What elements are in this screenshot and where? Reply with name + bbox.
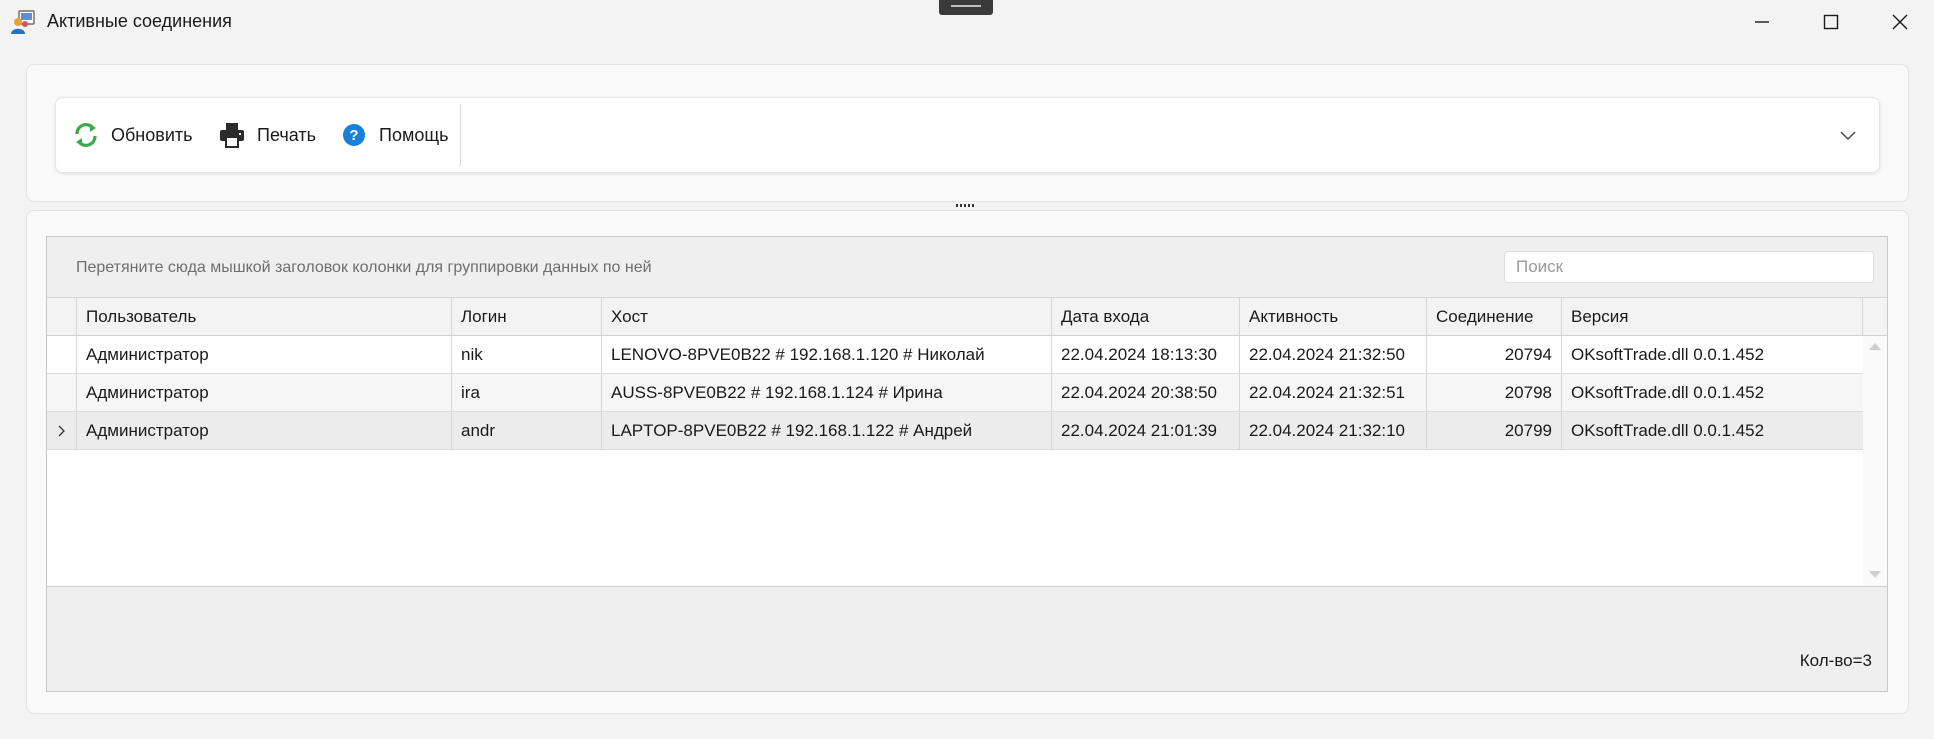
cell-user: Администратор xyxy=(77,336,452,373)
maximize-icon xyxy=(1823,14,1839,30)
help-label: Помощь xyxy=(379,124,449,145)
cell-host: LAPTOP-8PVE0B22 # 192.168.1.122 # Андрей xyxy=(602,412,1052,449)
column-header-connection[interactable]: Соединение xyxy=(1427,298,1562,335)
minimize-button[interactable] xyxy=(1731,0,1793,44)
refresh-icon xyxy=(73,122,99,148)
cell-version: OKsoftTrade.dll 0.0.1.452 xyxy=(1571,420,1765,440)
cell-login: andr xyxy=(452,412,602,449)
cell-connection: 20798 xyxy=(1427,374,1562,411)
cell-host: LENOVO-8PVE0B22 # 192.168.1.120 # Никола… xyxy=(602,336,1052,373)
grid-header: Пользователь Логин Хост Дата входа Актив… xyxy=(47,298,1887,336)
cell-activity: 22.04.2024 21:32:50 xyxy=(1240,336,1427,373)
print-label: Печать xyxy=(257,124,316,145)
window-drag-grip[interactable] xyxy=(939,0,993,15)
row-indicator[interactable] xyxy=(47,374,77,411)
close-button[interactable] xyxy=(1869,0,1931,44)
table-row[interactable]: Администратор nik LENOVO-8PVE0B22 # 192.… xyxy=(47,336,1863,374)
maximize-button[interactable] xyxy=(1800,0,1862,44)
refresh-button[interactable]: Обновить xyxy=(73,98,193,172)
vertical-scrollbar[interactable] xyxy=(1863,336,1887,586)
print-button[interactable]: Печать xyxy=(219,98,316,172)
cell-version: OKsoftTrade.dll 0.0.1.452 xyxy=(1571,344,1765,364)
svg-text:?: ? xyxy=(349,127,358,144)
refresh-label: Обновить xyxy=(111,124,193,145)
toolbar: Обновить Печать ? Помощь xyxy=(55,97,1880,173)
group-hint-text: Перетяните сюда мышкой заголовок колонки… xyxy=(76,259,652,276)
row-indicator[interactable] xyxy=(47,412,77,449)
cell-user: Администратор xyxy=(77,412,452,449)
table-row[interactable]: Администратор ira AUSS-8PVE0B22 # 192.16… xyxy=(47,374,1863,412)
cell-version: OKsoftTrade.dll 0.0.1.452 xyxy=(1571,382,1765,402)
app-users-icon xyxy=(10,10,36,34)
chevron-right-icon xyxy=(58,425,65,436)
column-header-activity[interactable]: Активность xyxy=(1240,298,1427,335)
toolbar-expand-button[interactable] xyxy=(1836,124,1860,148)
cell-user: Администратор xyxy=(77,374,452,411)
help-icon: ? xyxy=(341,122,367,148)
row-indicator[interactable] xyxy=(47,336,77,373)
row-count: Кол-во=3 xyxy=(1799,651,1872,670)
cell-login-date: 22.04.2024 20:38:50 xyxy=(1052,374,1240,411)
cell-activity: 22.04.2024 21:32:10 xyxy=(1240,412,1427,449)
header-scroll-corner xyxy=(1863,298,1887,335)
window-title: Активные соединения xyxy=(47,11,232,31)
chevron-down-icon xyxy=(1840,131,1856,140)
toolbar-separator xyxy=(460,104,461,166)
cell-connection: 20799 xyxy=(1427,412,1562,449)
status-bar: Кол-во=3 xyxy=(47,631,1887,691)
cell-login: nik xyxy=(452,336,602,373)
connections-grid: Перетяните сюда мышкой заголовок колонки… xyxy=(46,236,1888,692)
scroll-up-arrow-icon[interactable] xyxy=(1869,343,1881,350)
cell-login: ira xyxy=(452,374,602,411)
printer-icon xyxy=(219,122,245,148)
panel-splitter[interactable] xyxy=(956,204,978,208)
table-row-focused[interactable]: Администратор andr LAPTOP-8PVE0B22 # 192… xyxy=(47,412,1863,450)
header-indicator xyxy=(47,298,77,335)
search-input[interactable] xyxy=(1504,251,1874,283)
column-header-login[interactable]: Логин xyxy=(452,298,602,335)
column-header-host[interactable]: Хост xyxy=(602,298,1052,335)
cell-host: AUSS-8PVE0B22 # 192.168.1.124 # Ирина xyxy=(602,374,1052,411)
grid-footer xyxy=(47,586,1887,632)
scroll-down-arrow-icon[interactable] xyxy=(1869,571,1881,578)
minimize-icon xyxy=(1755,21,1769,23)
cell-login-date: 22.04.2024 21:01:39 xyxy=(1052,412,1240,449)
column-header-login-date[interactable]: Дата входа xyxy=(1052,298,1240,335)
column-header-version[interactable]: Версия xyxy=(1562,298,1863,335)
cell-login-date: 22.04.2024 18:13:30 xyxy=(1052,336,1240,373)
column-header-user[interactable]: Пользователь xyxy=(77,298,452,335)
cell-connection: 20794 xyxy=(1427,336,1562,373)
group-by-panel[interactable]: Перетяните сюда мышкой заголовок колонки… xyxy=(47,237,1887,298)
title-bar: Активные соединения xyxy=(0,0,1934,44)
cell-activity: 22.04.2024 21:32:51 xyxy=(1240,374,1427,411)
help-button[interactable]: ? Помощь xyxy=(341,98,449,172)
close-icon xyxy=(1892,14,1908,30)
